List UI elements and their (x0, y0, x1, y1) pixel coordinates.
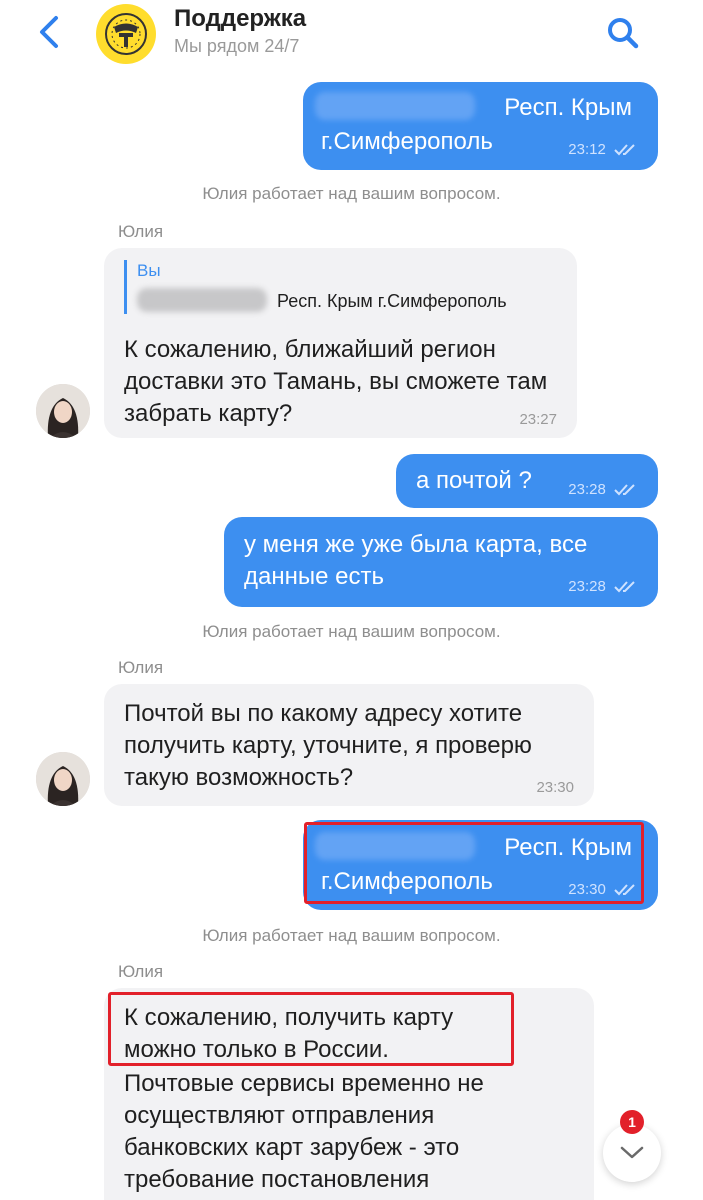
message-time: 23:30 (536, 779, 574, 796)
incoming-message[interactable]: Почтой вы по какому адресу хотите получи… (104, 684, 594, 806)
message-line: г.Симферополь (321, 128, 493, 155)
quote-text: Респ. Крым г.Симферополь (277, 291, 507, 311)
message-list[interactable]: Респ. Крым г.Симферополь 23:12 Юлия рабо… (0, 66, 703, 1200)
message-text: К сожалению, ближайший регион доставки э… (124, 336, 548, 427)
redacted-address (137, 288, 267, 312)
double-check-icon (614, 484, 635, 496)
quote-author: Вы (137, 261, 161, 280)
incoming-message[interactable]: Вы Респ. Крым г.Симферополь К сожалению,… (104, 248, 577, 438)
sender-name: Юлия (118, 222, 164, 241)
chat-header: Поддержка Мы рядом 24/7 (0, 0, 703, 66)
message-text: Почтовые сервисы временно не осуществляю… (124, 1070, 484, 1193)
chat-subtitle: Мы рядом 24/7 (174, 36, 300, 56)
quoted-message[interactable]: Вы Респ. Крым г.Симферополь (124, 260, 507, 314)
double-check-icon (614, 144, 635, 156)
agent-avatar (36, 752, 90, 806)
system-status: Юлия работает над вашим вопросом. (202, 926, 501, 945)
message-text: Почтой вы по какому адресу хотите получи… (124, 700, 532, 791)
outgoing-message[interactable]: а почтой ? 23:28 (396, 454, 658, 508)
double-check-icon (614, 581, 635, 593)
message-line: Респ. Крым (504, 94, 632, 121)
agent-avatar (36, 384, 90, 438)
message-time: 23:27 (519, 411, 557, 428)
unread-badge: 1 (620, 1110, 644, 1134)
sender-name: Юлия (118, 962, 164, 981)
system-status: Юлия работает над вашим вопросом. (202, 184, 501, 203)
system-status: Юлия работает над вашим вопросом. (202, 622, 501, 641)
back-chevron-icon[interactable] (30, 10, 70, 54)
redacted-address (315, 92, 475, 120)
tinkoff-logo-icon[interactable] (96, 4, 156, 64)
outgoing-message[interactable]: Респ. Крым г.Симферополь 23:12 (303, 82, 658, 170)
highlight-box (304, 822, 644, 904)
message-time: 23:12 (568, 134, 638, 166)
message-time: 23:28 (568, 474, 638, 506)
highlight-box (108, 992, 514, 1066)
outgoing-message[interactable]: у меня же уже была карта, все данные ест… (224, 517, 658, 607)
message-time: 23:28 (568, 571, 638, 603)
chevron-down-icon (620, 1146, 644, 1159)
message-text: а почтой ? (416, 467, 532, 494)
sender-name: Юлия (118, 658, 164, 677)
chat-title: Поддержка (174, 5, 307, 32)
search-icon[interactable] (604, 14, 642, 52)
